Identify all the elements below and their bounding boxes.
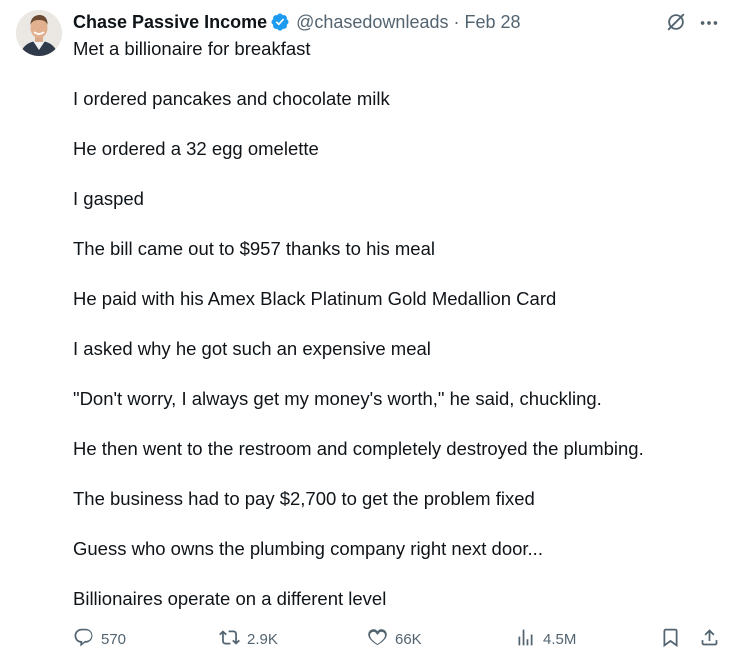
tweet-paragraph: I gasped [73, 188, 144, 209]
tweet-paragraph: "Don't worry, I always get my money's wo… [73, 388, 602, 409]
bookmark-icon [660, 627, 681, 652]
tweet-paragraph: The bill came out to $957 thanks to his … [73, 238, 435, 259]
tweet[interactable]: Chase Passive Income @chasedownleads · F… [0, 0, 740, 670]
repost-count: 2.9K [247, 630, 278, 648]
reply-icon [73, 627, 94, 652]
views-count: 4.5M [543, 630, 577, 648]
author-handle[interactable]: @chasedownleads [296, 12, 448, 33]
like-count: 66K [395, 630, 422, 648]
tweet-date[interactable]: Feb 28 [464, 12, 520, 33]
avatar[interactable] [16, 10, 62, 56]
tweet-paragraph: The business had to pay $2,700 to get th… [73, 488, 535, 509]
grok-icon[interactable] [665, 11, 687, 33]
tweet-paragraph: I ordered pancakes and chocolate milk [73, 88, 390, 109]
tweet-paragraph: He then went to the restroom and complet… [73, 438, 644, 459]
repost-icon [219, 627, 240, 652]
like-icon [367, 627, 388, 652]
views-button[interactable]: 4.5M [515, 624, 576, 654]
tweet-paragraph: Billionaires operate on a different leve… [73, 588, 387, 609]
tweet-paragraph: He ordered a 32 egg omelette [73, 138, 319, 159]
views-icon [515, 627, 536, 652]
bookmark-button[interactable] [660, 624, 681, 654]
tweet-paragraph: He paid with his Amex Black Platinum Gol… [73, 288, 557, 309]
tweet-actions: 570 2.9K 66K 4.5M [73, 624, 723, 654]
reply-count: 570 [101, 630, 127, 648]
tweet-paragraph: Met a billionaire for breakfast [73, 38, 311, 59]
verified-badge-icon[interactable] [270, 12, 290, 32]
reply-button[interactable]: 570 [73, 624, 126, 654]
share-button[interactable] [699, 624, 720, 654]
share-icon [699, 627, 720, 652]
tweet-header: Chase Passive Income @chasedownleads · F… [73, 10, 521, 34]
tweet-paragraph: Guess who owns the plumbing company righ… [73, 538, 543, 559]
separator-dot: · [453, 11, 460, 32]
more-icon[interactable] [698, 12, 720, 34]
repost-button[interactable]: 2.9K [219, 624, 278, 654]
tweet-paragraph: I asked why he got such an expensive mea… [73, 338, 431, 359]
author-name[interactable]: Chase Passive Income [73, 12, 267, 33]
like-button[interactable]: 66K [367, 624, 422, 654]
